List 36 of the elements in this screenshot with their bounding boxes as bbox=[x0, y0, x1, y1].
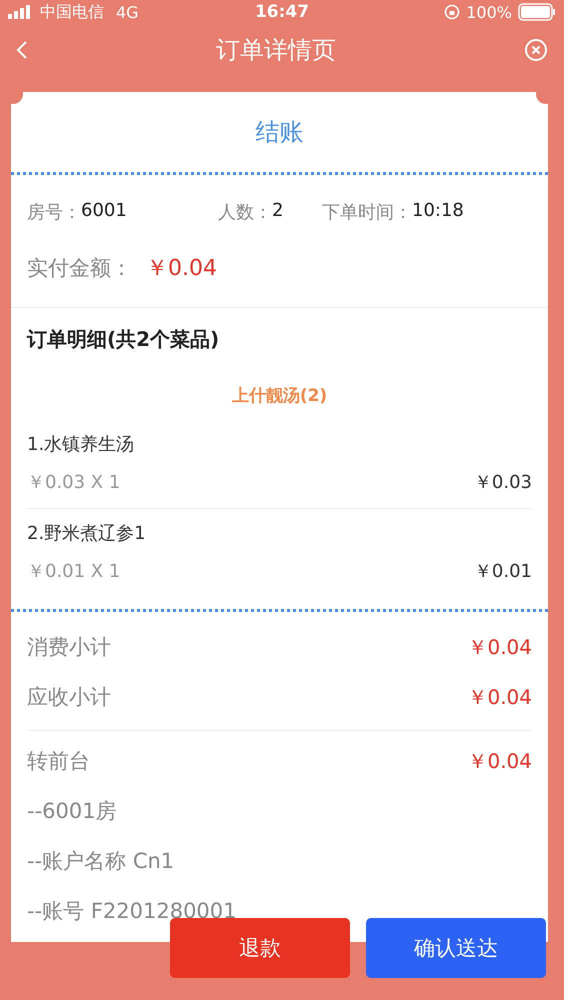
clock: 16:47 bbox=[254, 2, 310, 22]
rotation-lock-icon bbox=[444, 4, 460, 20]
info-value: 10:18 bbox=[412, 200, 464, 223]
confirm-button[interactable]: 确认送达 bbox=[366, 918, 546, 978]
card-title: 结账 bbox=[256, 117, 304, 148]
info-label: 下单时间： bbox=[322, 201, 412, 224]
subtotal-label: 消费小计 bbox=[27, 634, 111, 661]
account-detail: --账户名称 Cn1 bbox=[27, 848, 176, 875]
info-value: 2 bbox=[272, 200, 284, 223]
account-detail: --6001房 bbox=[27, 798, 118, 825]
subtotal-label: 应收小计 bbox=[27, 684, 111, 711]
dish-total: ￥0.01 bbox=[474, 560, 532, 583]
info-label: 人数： bbox=[218, 201, 272, 224]
info-value: 6001 bbox=[81, 200, 127, 223]
transfer-label: 转前台 bbox=[27, 748, 90, 775]
page-title: 订单详情页 bbox=[216, 35, 336, 66]
info-label: 房号： bbox=[27, 201, 81, 224]
battery-percent: 100% bbox=[466, 2, 512, 22]
dish-name: 1.水镇养生汤 bbox=[27, 433, 136, 456]
dish-total: ￥0.03 bbox=[474, 471, 532, 494]
category-title: 上什靓汤(2) bbox=[230, 384, 328, 408]
carrier: 中国电信 bbox=[40, 2, 104, 22]
back-icon[interactable] bbox=[16, 40, 28, 60]
transfer-amount: ￥0.04 bbox=[467, 748, 532, 774]
subtotal-value: ￥0.04 bbox=[467, 684, 532, 710]
unit-price: ￥0.01 X 1 bbox=[27, 560, 120, 583]
battery-icon bbox=[518, 3, 556, 21]
close-icon[interactable] bbox=[524, 38, 548, 62]
refund-button[interactable]: 退款 bbox=[170, 918, 350, 978]
unit-price: ￥0.03 X 1 bbox=[27, 471, 120, 494]
details-heading: 订单明细(共2个菜品) bbox=[27, 326, 220, 352]
paid-amount: ￥0.04 bbox=[146, 255, 217, 283]
subtotal-value: ￥0.04 bbox=[467, 634, 532, 660]
dish-name: 2.野米煮辽参1 bbox=[27, 522, 147, 545]
paid-label: 实付金额： bbox=[27, 255, 132, 282]
network-type: 4G bbox=[116, 2, 139, 22]
